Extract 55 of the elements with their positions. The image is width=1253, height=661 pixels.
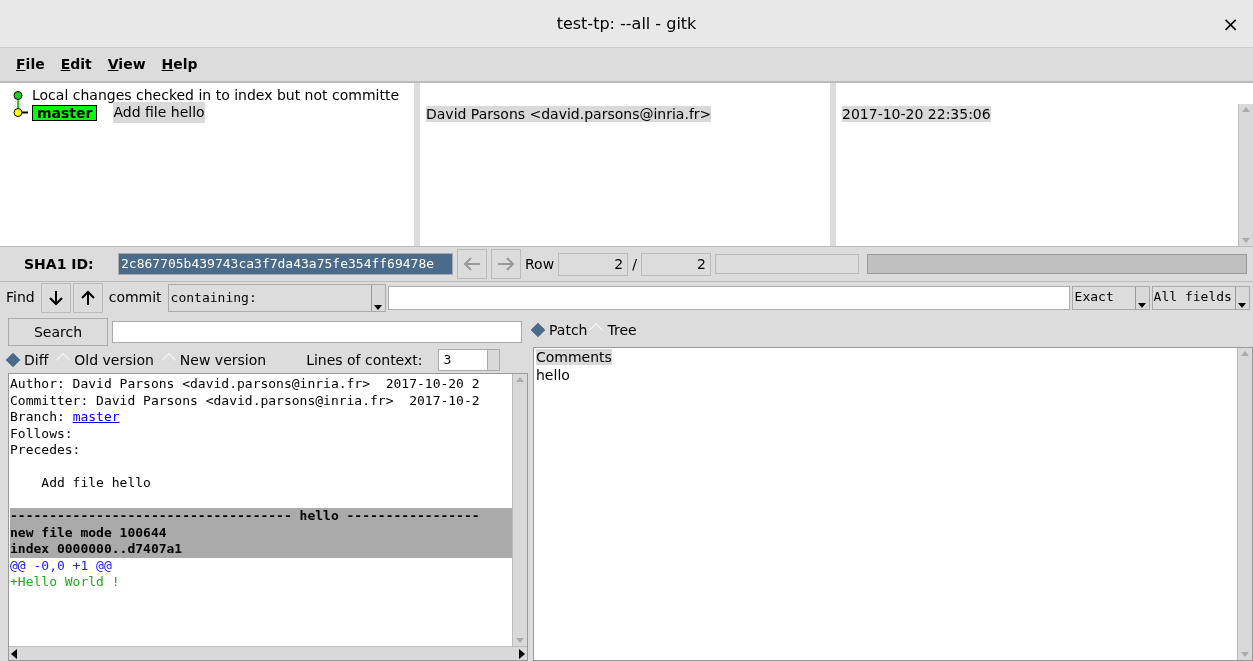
context-spinbox[interactable]: 3 <box>438 349 501 371</box>
find-type-label: commit <box>108 288 162 307</box>
diff-line: Precedes: <box>10 442 82 459</box>
diff-line: Follows: <box>10 425 74 442</box>
scroll-left-icon[interactable] <box>11 648 19 659</box>
row-label: Row <box>525 254 555 274</box>
find-mode-dropdown[interactable]: containing: <box>167 283 386 312</box>
sha-label: SHA1 ID: <box>24 254 95 274</box>
commit-author[interactable]: David Parsons <david.parsons@inria.fr> <box>426 106 712 122</box>
search-input-field[interactable] <box>112 321 522 343</box>
menu-item[interactable]: Help <box>161 54 198 75</box>
diff-line: Committer: David Parsons <david.parsons@inria.fr> 2017-10-2 <box>10 392 481 409</box>
match-dropdown[interactable]: Exact <box>1071 285 1150 310</box>
branch-link[interactable]: master <box>72 409 120 424</box>
diff-line: +Hello World ! <box>10 574 121 591</box>
diff-line: Branch: master <box>10 409 121 426</box>
menu-item[interactable]: View <box>107 54 146 75</box>
sha-field[interactable]: 2c867705b439743ca3f7da43a75fe354ff69478e <box>118 253 453 275</box>
commit-date[interactable]: 2017-10-20 22:35:06 <box>842 106 991 122</box>
find-input-field[interactable] <box>387 285 1070 310</box>
horizontal-scrollbar[interactable] <box>9 646 527 660</box>
diff-line: Add file hello <box>40 475 152 492</box>
scroll-right-icon[interactable] <box>517 648 525 659</box>
diff-line: @@ -0,0 +1 @@ <box>10 557 113 574</box>
row-field: 2 <box>558 252 629 276</box>
menu-item[interactable]: File <box>16 54 45 75</box>
file-list-scrollbar[interactable] <box>1237 348 1252 660</box>
view-mode-label[interactable]: Diff <box>24 349 49 371</box>
view-mode-label[interactable]: Old version <box>74 349 154 371</box>
branch-tag[interactable]: master <box>32 104 98 121</box>
row-separator: / <box>632 254 637 274</box>
right-arrow-icon <box>496 256 516 272</box>
left-arrow-icon <box>462 256 482 272</box>
file-list-item[interactable]: hello <box>536 367 570 383</box>
find-label: Find <box>6 288 35 307</box>
menu-item[interactable]: Edit <box>60 54 92 75</box>
search-button[interactable]: Search <box>8 318 108 346</box>
diff-line: Author: David Parsons <david.parsons@inria.fr> 2017-10-20 2 <box>10 376 481 393</box>
commit-subject[interactable]: Add file hello <box>113 102 205 123</box>
row-total-field: 2 <box>640 252 711 276</box>
down-arrow-icon <box>46 288 65 307</box>
close-button[interactable]: × <box>1222 8 1239 39</box>
window-title: test-tp: --all - gitk <box>556 12 697 35</box>
find-down-button[interactable] <box>40 282 71 313</box>
file-mode-label[interactable]: Patch <box>549 319 588 341</box>
forward-button[interactable] <box>491 249 521 279</box>
find-up-button[interactable] <box>72 282 103 313</box>
view-mode-label[interactable]: New version <box>179 349 267 371</box>
file-mode-label[interactable]: Tree <box>607 319 637 341</box>
diff-scrollbar[interactable] <box>512 374 527 646</box>
file-list-item[interactable]: Comments <box>536 349 612 365</box>
context-label: Lines of context: <box>306 350 423 370</box>
back-button[interactable] <box>457 249 487 279</box>
fields-dropdown[interactable]: All fields <box>1151 285 1250 310</box>
vertical-scrollbar[interactable] <box>1238 104 1253 246</box>
